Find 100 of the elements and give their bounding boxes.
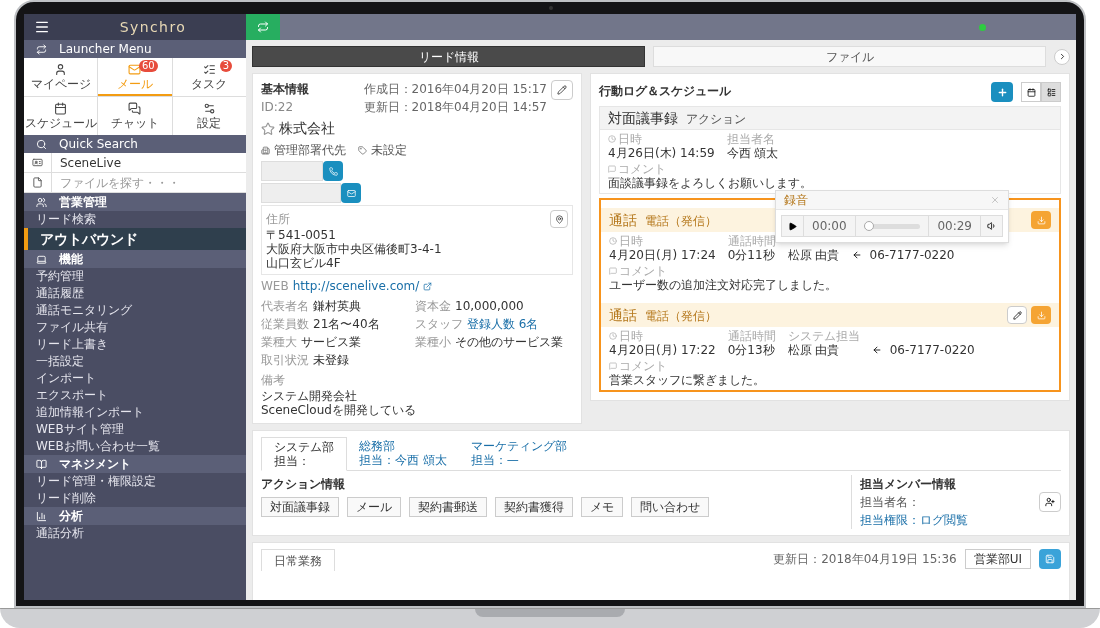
comment-text: 面談議事録をよろしくお願いします。 bbox=[608, 176, 813, 191]
field-label: 通話時間 bbox=[727, 235, 776, 247]
field-value: 10,000,000 bbox=[455, 299, 524, 314]
sales-ui-button[interactable]: 営業部UI bbox=[964, 549, 1031, 569]
field-label: 通話時間 bbox=[727, 330, 776, 342]
section-title: 行動ログ＆スケジュール bbox=[599, 83, 731, 100]
nav-item[interactable]: アウトバウンド bbox=[24, 228, 246, 250]
note-line: SceneCloudを開発している bbox=[261, 403, 417, 417]
launcher-tile[interactable]: タスク 3 bbox=[172, 58, 246, 96]
entry-title: 通話 bbox=[609, 305, 637, 325]
assignee-label: 担当者名： bbox=[860, 494, 921, 511]
field-label: 備考 bbox=[261, 372, 286, 389]
section-title: 分析 bbox=[59, 508, 83, 525]
action-button[interactable]: 対面議事録 bbox=[261, 497, 339, 517]
nav-item[interactable]: リード管理・権限設定 bbox=[24, 473, 246, 490]
count-badge: 60 bbox=[138, 60, 158, 72]
nav-item[interactable]: 予約管理 bbox=[24, 268, 246, 285]
address-line: 〒541-0051 bbox=[266, 228, 337, 242]
section-title: アクション情報 bbox=[261, 476, 346, 493]
search-field[interactable]: SceneLive bbox=[52, 153, 246, 173]
field-label: スタッフ bbox=[415, 316, 463, 333]
department-tab[interactable]: マーケティング部 担当：— bbox=[458, 437, 579, 471]
entry-type: 電話（発信） bbox=[645, 212, 717, 230]
entry-title: 対面議事録 bbox=[608, 108, 678, 128]
section-title: 機能 bbox=[59, 251, 83, 268]
launcher-tile[interactable]: チャット bbox=[98, 97, 172, 135]
count-badge: 3 bbox=[219, 60, 232, 72]
page-tab[interactable]: ファイル bbox=[653, 46, 1046, 67]
department-tab[interactable]: システム部 担当： bbox=[261, 437, 347, 471]
entry-title: 通話 bbox=[609, 210, 637, 230]
nav-item[interactable]: リード検索 bbox=[24, 211, 246, 228]
nav-item[interactable]: リード削除 bbox=[24, 490, 246, 507]
duration-time: 00:29 bbox=[928, 216, 980, 236]
updated-date: 更新日：2018年04月20日 14:57 bbox=[363, 99, 547, 116]
nav-item[interactable]: WEBお問い合わせ一覧 bbox=[24, 438, 246, 455]
nav-item[interactable]: 一括設定 bbox=[24, 353, 246, 370]
updated-date: 更新日：2018年04月19日 15:36 bbox=[773, 551, 957, 568]
website-link[interactable]: http://scenelive.com/ bbox=[292, 277, 420, 295]
field-value: 4月20日(月) 17:24 bbox=[609, 248, 716, 263]
launcher-tile[interactable]: 設定 bbox=[172, 97, 246, 135]
section-title: 担当メンバー情報 bbox=[860, 476, 957, 493]
launcher-tile[interactable]: スケジュール bbox=[24, 97, 98, 135]
nav-item[interactable]: エクスポート bbox=[24, 387, 246, 404]
field-label: 日時 bbox=[619, 330, 643, 342]
section-title: 基本情報 bbox=[261, 81, 309, 98]
field-label: 取引状況 bbox=[261, 352, 309, 369]
nav-item[interactable]: 通話分析 bbox=[24, 525, 246, 542]
search-field[interactable]: ファイルを探す・・・ bbox=[52, 173, 246, 193]
field-label: 担当者名 bbox=[726, 133, 775, 145]
field-value: 4月26日(木) 14:59 bbox=[608, 146, 715, 161]
field-label: コメント bbox=[619, 360, 667, 372]
field-label: 日時 bbox=[618, 133, 642, 145]
page-tab[interactable]: リード情報 bbox=[252, 46, 645, 67]
department-tab[interactable]: 総務部 担当：今西 頌太 bbox=[347, 437, 459, 471]
comment-text: ユーザー数の追加注文対応完了しました。 bbox=[609, 278, 838, 293]
action-button[interactable]: 契約書郵送 bbox=[409, 497, 487, 517]
field-label: 日時 bbox=[619, 235, 643, 247]
field-value: サービス業 bbox=[301, 335, 361, 350]
nav-item[interactable]: 通話モニタリング bbox=[24, 302, 246, 319]
entry-type: アクション bbox=[686, 110, 746, 128]
comment-text: 営業スタッフに繋ぎました。 bbox=[609, 373, 766, 388]
field-label: WEB bbox=[261, 278, 289, 295]
nav-item[interactable]: WEBサイト管理 bbox=[24, 421, 246, 438]
popup-title: 録音 bbox=[784, 192, 808, 209]
field-label: システム担当 bbox=[787, 330, 860, 342]
nav-item[interactable]: ファイル共有 bbox=[24, 319, 246, 336]
field-value: 0分11秒 bbox=[727, 248, 776, 263]
field-label: 代表者名 bbox=[261, 298, 309, 315]
field-value: 鎌村英典 bbox=[313, 299, 361, 314]
address-line: 山口玄ビル4F bbox=[266, 256, 342, 270]
action-button[interactable]: メール bbox=[347, 497, 401, 517]
section-title: 営業管理 bbox=[59, 194, 107, 211]
action-button[interactable]: メモ bbox=[581, 497, 623, 517]
nav-item[interactable]: インポート bbox=[24, 370, 246, 387]
created-date: 作成日：2016年04月20日 15:17 bbox=[363, 81, 547, 98]
phone-number: 06-7177-0220 bbox=[889, 343, 975, 358]
nav-item[interactable]: リード上書き bbox=[24, 336, 246, 353]
field-value: 今西 頌太 bbox=[726, 146, 779, 161]
field-label: コメント bbox=[619, 265, 667, 277]
business-tab[interactable]: 日常業務 bbox=[261, 549, 335, 571]
note-line: システム開発会社 bbox=[261, 389, 358, 403]
nav-item[interactable]: 追加情報インポート bbox=[24, 404, 246, 421]
launcher-tile[interactable]: マイページ bbox=[24, 58, 98, 96]
entry-type: 電話（発信） bbox=[645, 307, 717, 325]
address-line: 大阪府大阪市中央区備後町3-4-1 bbox=[266, 242, 442, 256]
nav-item[interactable]: 通話履歴 bbox=[24, 285, 246, 302]
launcher-tile[interactable]: メール 60 bbox=[98, 58, 172, 96]
current-time: 00:00 bbox=[804, 216, 856, 236]
field-label: 従業員数 bbox=[261, 316, 309, 333]
field-label: 住所 bbox=[266, 211, 291, 228]
company-tag: 管理部署代先 bbox=[274, 141, 346, 159]
action-button[interactable]: 問い合わせ bbox=[631, 497, 709, 517]
field-value: その他のサービス業 bbox=[455, 335, 563, 350]
field-value: 松原 由貴 bbox=[787, 248, 840, 263]
permission-link[interactable]: 担当権限：ログ閲覧 bbox=[860, 511, 968, 529]
action-button[interactable]: 契約書獲得 bbox=[495, 497, 573, 517]
section-title: マネジメント bbox=[59, 456, 131, 473]
field-label: 業種小 bbox=[415, 334, 451, 351]
field-value: 0分13秒 bbox=[727, 343, 776, 358]
quick-search-title: Quick Search bbox=[59, 136, 138, 153]
